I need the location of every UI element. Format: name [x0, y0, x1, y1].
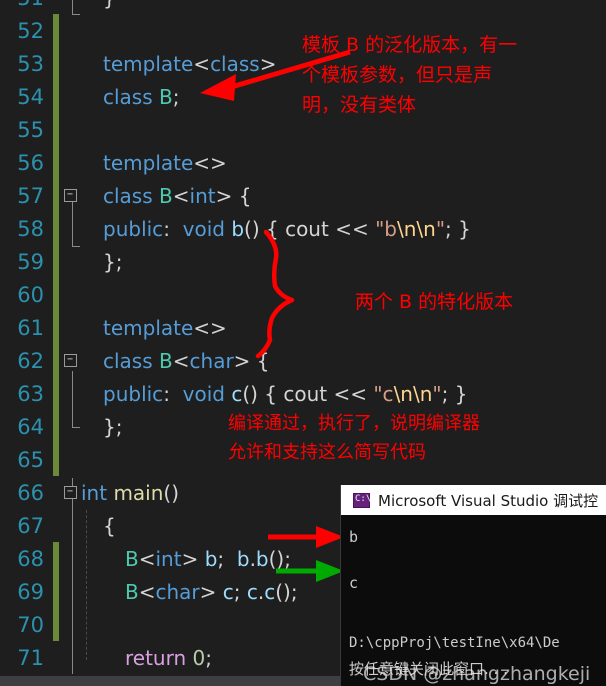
change-bar	[53, 245, 59, 278]
change-bar	[53, 113, 59, 146]
csdn-watermark: CSDN @zhangzhangkeji	[363, 663, 591, 685]
annotation-generic-template: 模板 B 的泛化版本，有一 个模板参数，但只是声 明，没有类体	[302, 34, 518, 116]
change-bar	[53, 608, 59, 641]
line-number: 57	[17, 183, 44, 208]
line-number: 68	[17, 546, 44, 571]
line-number: 59	[17, 249, 44, 274]
console-title-text: Microsoft Visual Studio 调试控	[378, 491, 599, 510]
line-number: 66	[17, 480, 44, 505]
change-bar	[53, 311, 59, 344]
glyph-margin[interactable]: −	[59, 189, 81, 202]
horizontal-scrollbar[interactable]	[0, 676, 340, 686]
line-number: 56	[17, 150, 44, 175]
fold-collapse-icon[interactable]: −	[63, 486, 77, 499]
line-number: 69	[17, 579, 44, 604]
line-number: 52	[17, 18, 44, 43]
code-text: template<>	[103, 150, 227, 175]
annotation-two-specializations: 两个 B 的特化版本	[355, 291, 514, 313]
code-text: template<>	[103, 315, 227, 340]
console-exit-path: D:\cppProj\testIne\x64\De	[349, 635, 560, 651]
line-number: 62	[17, 348, 44, 373]
line-number: 64	[17, 414, 44, 439]
line-number: 67	[17, 513, 44, 538]
code-text: }	[81, 0, 606, 10]
console-output-area[interactable]: b c D:\cppProj\testIne\x64\De 按任意键关闭此窗口.…	[341, 515, 606, 686]
fold-collapse-icon[interactable]: −	[63, 354, 77, 367]
code-text: class B<int> {	[103, 183, 252, 208]
console-output-line: c	[349, 574, 359, 592]
line-number: 60	[17, 282, 44, 307]
code-line-59[interactable]: 59};	[0, 245, 606, 278]
code-text: public: void b() { cout << "b\n\n"; }	[103, 216, 471, 241]
change-bar	[53, 212, 59, 245]
code-text: class B<char> {	[103, 348, 270, 373]
change-bar	[53, 575, 59, 608]
change-bar	[53, 641, 59, 674]
code-line-56[interactable]: 56 template<>	[0, 146, 606, 179]
change-bar	[53, 146, 59, 179]
console-output-line: b	[349, 528, 359, 546]
line-number: 70	[17, 612, 44, 637]
console-title-bar[interactable]: Microsoft Visual Studio 调试控	[341, 485, 606, 515]
change-bar	[53, 509, 59, 542]
line-number: 54	[17, 84, 44, 109]
annotation-compiles-note: 编译通过，执行了，说明编译器 允许和支持这么简写代码	[228, 413, 480, 463]
code-line-62[interactable]: 62 − class B<char> {	[0, 344, 606, 377]
line-number: 51	[0, 0, 49, 10]
code-line-58[interactable]: 58 public: void b() { cout << "b\n\n"; }	[0, 212, 606, 245]
fold-collapse-icon[interactable]: −	[63, 189, 77, 202]
line-number: 61	[17, 315, 44, 340]
change-bar	[53, 47, 59, 80]
glyph-margin[interactable]: −	[59, 486, 81, 499]
change-bar	[53, 14, 59, 47]
screenshot-root: 51}5253template<class>54class B;5556temp…	[0, 0, 606, 686]
change-bar	[53, 377, 59, 410]
code-text: };	[103, 249, 123, 274]
code-line-57[interactable]: 57 − class B<int> {	[0, 179, 606, 212]
change-bar	[53, 80, 59, 113]
code-line-51[interactable]: 51}	[0, 0, 606, 14]
code-line-63[interactable]: 63 public: void c() { cout << "c\n\n"; }	[0, 377, 606, 410]
line-number: 53	[17, 51, 44, 76]
line-number: 65	[17, 447, 44, 472]
code-text: public: void c() { cout << "c\n\n"; }	[103, 381, 468, 406]
change-bar	[53, 0, 59, 14]
code-line-61[interactable]: 61 template<>	[0, 311, 606, 344]
code-line-60[interactable]: 60	[0, 278, 606, 311]
line-number: 58	[17, 216, 44, 241]
line-number: 63	[17, 381, 44, 406]
change-bar	[53, 410, 59, 443]
line-number: 71	[17, 645, 44, 670]
console-window[interactable]: Microsoft Visual Studio 调试控 b c D:\cppPr…	[340, 485, 606, 686]
line-number: 55	[17, 117, 44, 142]
glyph-margin[interactable]: −	[59, 354, 81, 367]
change-bar	[53, 443, 59, 476]
change-bar	[53, 542, 59, 575]
command-prompt-icon	[353, 492, 371, 508]
change-bar	[53, 278, 59, 311]
